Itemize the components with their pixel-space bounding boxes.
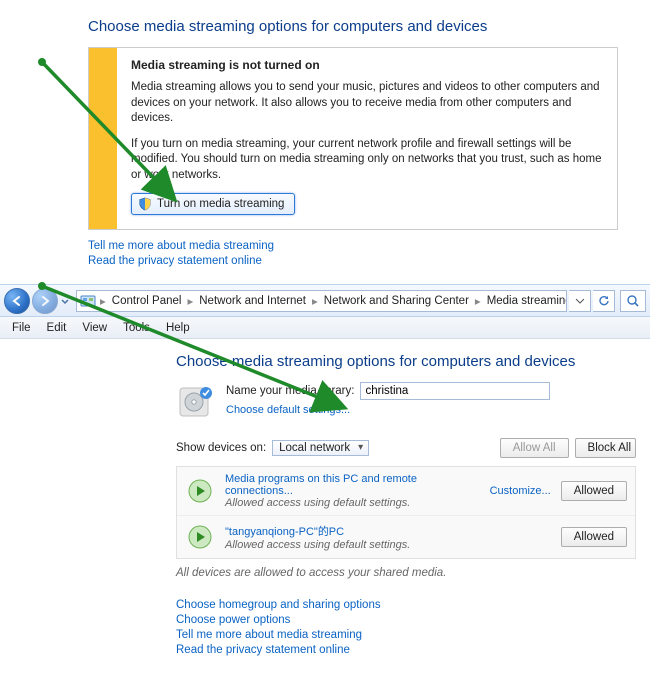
device-subtitle: Allowed access using default settings. [225, 497, 480, 509]
device-title[interactable]: Media programs on this PC and remote con… [225, 473, 480, 497]
menu-edit[interactable]: Edit [39, 320, 75, 336]
shield-icon [138, 197, 152, 211]
show-devices-select[interactable]: Local network [272, 440, 369, 456]
info-para-2: If you turn on media streaming, your cur… [131, 137, 603, 184]
customize-link[interactable]: Customize... [490, 485, 551, 497]
menu-help[interactable]: Help [158, 320, 198, 336]
footer-note: All devices are allowed to access your s… [176, 567, 650, 579]
device-status-button[interactable]: Allowed [561, 481, 627, 501]
homegroup-link[interactable]: Choose homegroup and sharing options [176, 599, 650, 611]
menu-tools[interactable]: Tools [115, 320, 158, 336]
device-title[interactable]: "tangyanqiong-PC"的PC [225, 523, 551, 539]
search-icon [626, 294, 640, 308]
info-box: Media streaming is not turned on Media s… [88, 47, 618, 230]
privacy-link-top[interactable]: Read the privacy statement online [88, 255, 618, 267]
media-program-icon [185, 476, 215, 506]
block-all-button[interactable]: Block All [575, 438, 636, 458]
warning-stripe [89, 48, 117, 229]
nav-history-dropdown[interactable] [60, 290, 70, 312]
turn-on-button-label: Turn on media streaming [157, 198, 284, 210]
address-dropdown-button[interactable] [569, 290, 591, 312]
allow-all-button[interactable]: Allow All [500, 438, 569, 458]
crumb-control-panel[interactable]: Control Panel [107, 293, 187, 309]
address-bar[interactable]: ▸ Control Panel ▸ Network and Internet ▸… [76, 290, 567, 312]
refresh-icon [598, 295, 610, 307]
device-subtitle: Allowed access using default settings. [225, 539, 551, 551]
arrow-left-icon [11, 295, 23, 307]
menu-view[interactable]: View [74, 320, 115, 336]
info-box-title: Media streaming is not turned on [131, 58, 603, 72]
crumb-media-streaming[interactable]: Media streaming options [482, 293, 567, 309]
remote-pc-icon [185, 522, 215, 552]
crumb-network-sharing[interactable]: Network and Sharing Center [319, 293, 474, 309]
chevron-right-icon: ▸ [474, 294, 482, 308]
chevron-right-icon: ▸ [186, 294, 194, 308]
show-devices-label: Show devices on: [176, 442, 266, 454]
power-options-link[interactable]: Choose power options [176, 614, 650, 626]
name-library-label: Name your media library: [226, 385, 354, 397]
menu-file[interactable]: File [4, 320, 39, 336]
privacy-link-bottom[interactable]: Read the privacy statement online [176, 644, 650, 656]
refresh-button[interactable] [593, 290, 615, 312]
turn-on-media-streaming-button[interactable]: Turn on media streaming [131, 193, 295, 215]
library-drive-icon [176, 382, 216, 422]
device-status-button[interactable]: Allowed [561, 527, 627, 547]
info-para-1: Media streaming allows you to send your … [131, 80, 603, 127]
nav-back-button[interactable] [4, 288, 30, 314]
choose-default-settings-link[interactable]: Choose default settings... [226, 404, 650, 416]
tell-me-more-link-bottom[interactable]: Tell me more about media streaming [176, 629, 650, 641]
page-title-top: Choose media streaming options for compu… [88, 18, 618, 35]
search-button[interactable] [620, 290, 646, 312]
chevron-down-icon [575, 296, 585, 306]
arrow-right-icon [39, 295, 51, 307]
chevron-right-icon: ▸ [99, 294, 107, 308]
device-list: Media programs on this PC and remote con… [176, 466, 636, 559]
chevron-right-icon: ▸ [311, 294, 319, 308]
page-title-main: Choose media streaming options for compu… [176, 353, 650, 370]
media-library-name-input[interactable] [360, 382, 550, 400]
crumb-network-internet[interactable]: Network and Internet [194, 293, 311, 309]
device-row: "tangyanqiong-PC"的PC Allowed access usin… [177, 516, 635, 558]
device-row: Media programs on this PC and remote con… [177, 467, 635, 516]
tell-me-more-link-top[interactable]: Tell me more about media streaming [88, 240, 618, 252]
nav-forward-button[interactable] [32, 288, 58, 314]
control-panel-icon [80, 293, 96, 309]
